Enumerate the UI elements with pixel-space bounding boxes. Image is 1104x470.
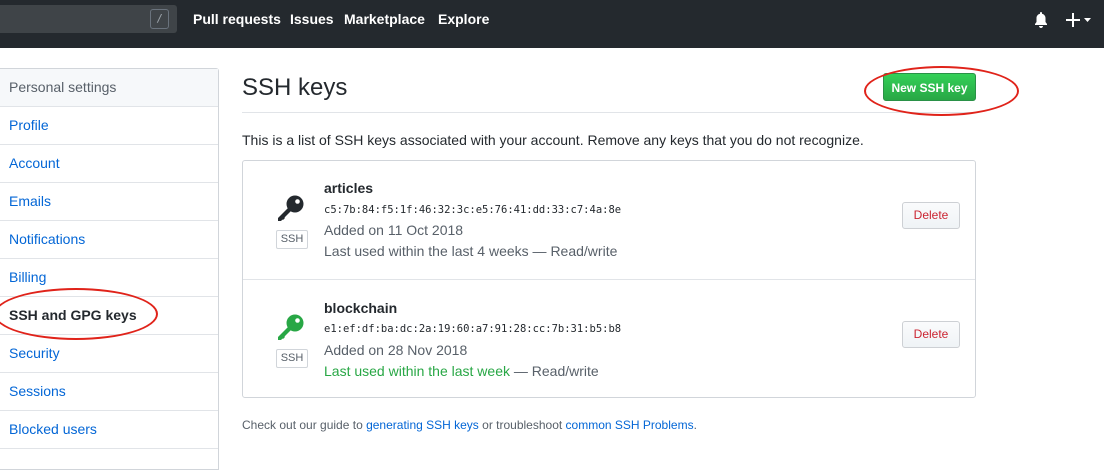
- key-title: articles: [324, 180, 374, 196]
- sidebar-heading: Personal settings: [0, 69, 218, 107]
- ssh-keys-list: SSH articles c5:7b:84:f5:1f:46:32:3c:e5:…: [242, 160, 976, 398]
- sidebar-item-billing[interactable]: Billing: [0, 259, 218, 297]
- common-ssh-problems-link[interactable]: common SSH Problems: [566, 418, 694, 432]
- generating-ssh-keys-link[interactable]: generating SSH keys: [366, 418, 479, 432]
- caret-down-icon: [1084, 18, 1091, 22]
- key-fingerprint: e1:ef:df:ba:dc:2a:19:60:a7:91:28:cc:7b:3…: [324, 323, 622, 335]
- sidebar-item-ssh-gpg-keys[interactable]: SSH and GPG keys: [0, 297, 218, 335]
- search-shortcut-hint: /: [150, 9, 169, 29]
- key-icon: [276, 313, 306, 348]
- sidebar-item-security[interactable]: Security: [0, 335, 218, 373]
- search-input[interactable]: /: [0, 5, 177, 33]
- help-footer-note: Check out our guide to generating SSH ke…: [242, 418, 697, 432]
- key-fingerprint: c5:7b:84:f5:1f:46:32:3c:e5:76:41:dd:33:c…: [324, 204, 622, 216]
- sidebar-item-sessions[interactable]: Sessions: [0, 373, 218, 411]
- page-description: This is a list of SSH keys associated wi…: [242, 132, 864, 148]
- title-divider: [242, 112, 977, 113]
- nav-explore[interactable]: Explore: [438, 11, 489, 27]
- footer-prefix: Check out our guide to: [242, 418, 367, 432]
- key-last-used: Last used within the last week — Read/wr…: [324, 363, 599, 379]
- sidebar-item-notifications[interactable]: Notifications: [0, 221, 218, 259]
- ssh-badge: SSH: [276, 349, 308, 368]
- sidebar-item-emails[interactable]: Emails: [0, 183, 218, 221]
- new-ssh-key-button[interactable]: New SSH key: [883, 73, 976, 101]
- delete-key-button[interactable]: Delete: [902, 321, 960, 348]
- key-title: blockchain: [324, 300, 398, 316]
- footer-middle: or troubleshoot: [478, 418, 566, 432]
- ssh-key-row: SSH articles c5:7b:84:f5:1f:46:32:3c:e5:…: [243, 161, 975, 280]
- delete-key-button[interactable]: Delete: [902, 202, 960, 229]
- nav-marketplace[interactable]: Marketplace: [344, 11, 425, 27]
- footer-suffix: .: [693, 418, 697, 432]
- page-title: SSH keys: [242, 74, 348, 101]
- nav-pull-requests[interactable]: Pull requests: [193, 11, 281, 27]
- key-last-used: Last used within the last 4 weeks — Read…: [324, 243, 617, 259]
- settings-sidebar: Personal settings Profile Account Emails…: [0, 68, 219, 470]
- ssh-badge: SSH: [276, 230, 308, 249]
- key-access-level: — Read/write: [528, 243, 618, 259]
- key-access-level: — Read/write: [510, 363, 599, 379]
- sidebar-item-blocked-users[interactable]: Blocked users: [0, 411, 218, 449]
- ssh-key-row: SSH blockchain e1:ef:df:ba:dc:2a:19:60:a…: [243, 279, 975, 399]
- sidebar-item-account[interactable]: Account: [0, 145, 218, 183]
- key-last-used-period: Last used within the last 4 weeks: [324, 243, 529, 259]
- key-added-date: Added on 11 Oct 2018: [324, 222, 464, 238]
- plus-icon[interactable]: [1066, 11, 1094, 34]
- top-navigation-bar: / Pull requests Issues Marketplace Explo…: [0, 0, 1104, 48]
- nav-issues[interactable]: Issues: [290, 11, 334, 27]
- key-added-date: Added on 28 Nov 2018: [324, 342, 468, 358]
- key-last-used-period: Last used within the last week: [324, 363, 510, 379]
- sidebar-item-profile[interactable]: Profile: [0, 107, 218, 145]
- bell-icon[interactable]: [1034, 12, 1048, 33]
- key-icon: [276, 194, 306, 229]
